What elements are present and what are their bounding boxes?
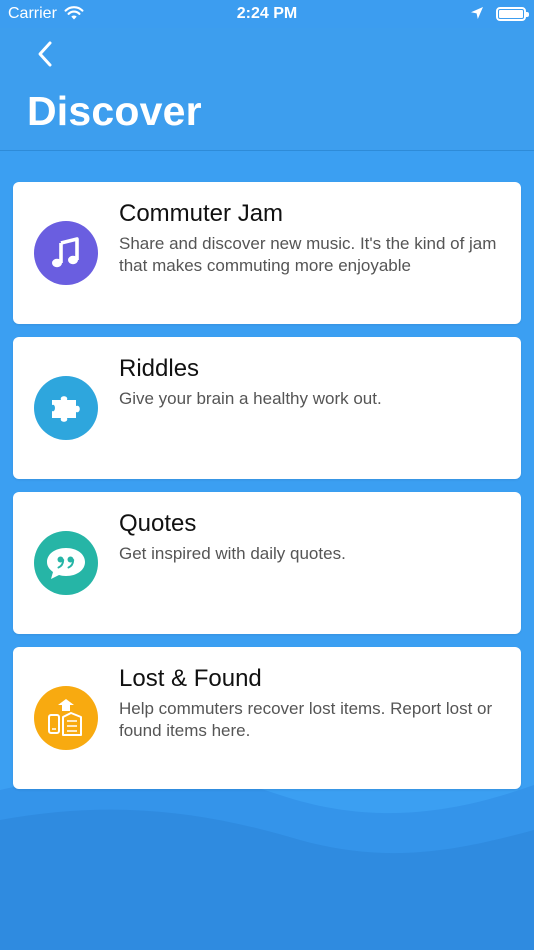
clock: 2:24 PM [236, 5, 298, 22]
card-description: Give your brain a healthy work out. [119, 389, 382, 408]
page-title: Discover [27, 88, 202, 134]
card-lost-and-found[interactable]: Lost & Found Help commuters recover lost… [13, 647, 521, 789]
lost-items-icon [34, 686, 98, 750]
chevron-left-icon [38, 41, 52, 67]
card-commuter-jam[interactable]: Commuter Jam Share and discover new musi… [13, 182, 521, 324]
card-riddles[interactable]: Riddles Give your brain a healthy work o… [13, 337, 521, 479]
card-quotes[interactable]: Quotes Get inspired with daily quotes. [13, 492, 521, 634]
quote-bubble-icon [34, 531, 98, 595]
status-bar: Carrier 2:24 PM [0, 0, 534, 28]
music-note-icon [34, 221, 98, 285]
battery-icon [496, 7, 529, 21]
card-title: Quotes [119, 510, 197, 537]
card-title: Lost & Found [119, 665, 262, 692]
card-description: Share and discover new music. It's the k… [119, 234, 497, 275]
discover-list: Commuter Jam Share and discover new musi… [0, 151, 534, 950]
card-description: Get inspired with daily quotes. [119, 544, 346, 563]
card-description: Help commuters recover lost items. Repor… [119, 699, 493, 740]
card-title: Commuter Jam [119, 200, 284, 227]
nav-header: Discover [0, 28, 534, 151]
card-title: Riddles [119, 355, 200, 382]
back-button[interactable] [30, 38, 62, 70]
puzzle-piece-icon [34, 376, 98, 440]
location-arrow-icon [470, 6, 484, 25]
